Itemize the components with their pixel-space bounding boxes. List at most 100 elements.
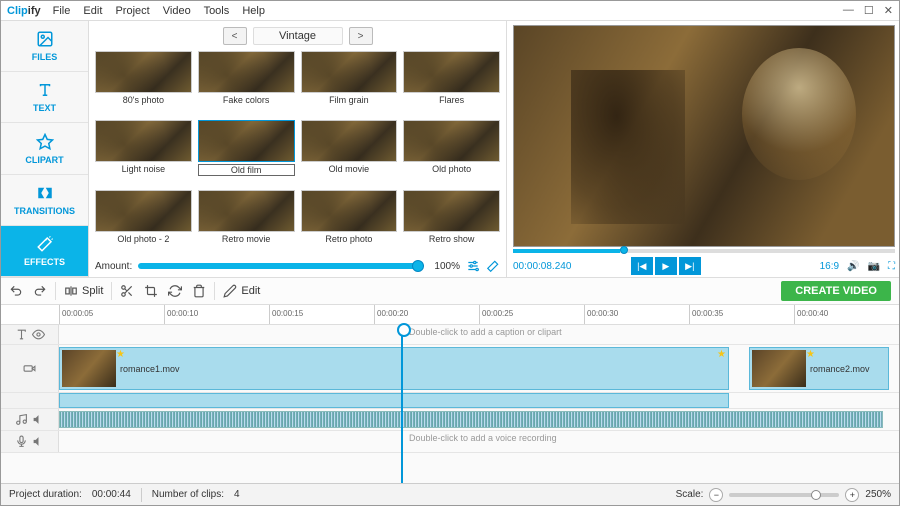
- clip-count-label: Number of clips:: [152, 489, 224, 500]
- camera-icon: [23, 362, 36, 375]
- effect-item-selected[interactable]: Old film: [198, 120, 295, 187]
- create-video-button[interactable]: CREATE VIDEO: [781, 281, 891, 301]
- cut-icon[interactable]: [120, 284, 134, 298]
- menu-tools[interactable]: Tools: [204, 5, 230, 17]
- menu-help[interactable]: Help: [242, 5, 265, 17]
- sidebar: FILES TEXT CLIPART TRANSITIONS EFFECTS: [1, 21, 89, 277]
- edit-label: Edit: [241, 285, 260, 297]
- sliders-icon[interactable]: [466, 259, 480, 273]
- titlebar: Clipify File Edit Project Video Tools He…: [1, 1, 899, 21]
- music-icon: [15, 413, 28, 426]
- play-button[interactable]: ▶: [655, 257, 677, 275]
- trash-icon[interactable]: [192, 284, 206, 298]
- sidebar-item-files[interactable]: FILES: [1, 21, 88, 72]
- effects-gallery: < Vintage > 80's photo Fake colors Film …: [89, 21, 507, 277]
- category-title[interactable]: Vintage: [253, 27, 343, 45]
- category-nav: < Vintage >: [95, 27, 500, 45]
- transition-clip[interactable]: [59, 393, 729, 408]
- sidebar-item-text[interactable]: TEXT: [1, 72, 88, 123]
- mic-icon: [15, 435, 28, 448]
- menu-edit[interactable]: Edit: [83, 5, 102, 17]
- effect-item[interactable]: Retro movie: [198, 190, 295, 255]
- effect-item[interactable]: Retro photo: [301, 190, 398, 255]
- sidebar-item-clipart[interactable]: CLIPART: [1, 123, 88, 174]
- zoom-in-button[interactable]: +: [845, 488, 859, 502]
- wand-icon: [36, 235, 54, 253]
- split-button[interactable]: Split: [64, 284, 103, 298]
- amount-value: 100%: [426, 261, 460, 272]
- transition-track[interactable]: [1, 393, 899, 409]
- sidebar-label: EFFECTS: [24, 257, 65, 267]
- audio-clip[interactable]: [59, 411, 883, 428]
- sidebar-label: FILES: [32, 52, 58, 62]
- prev-category-button[interactable]: <: [223, 27, 247, 45]
- clip-name: romance2.mov: [810, 364, 870, 374]
- effect-item[interactable]: Flares: [403, 51, 500, 116]
- preview-frame[interactable]: [513, 25, 895, 247]
- effect-item[interactable]: Old photo: [403, 120, 500, 187]
- effect-item[interactable]: Film grain: [301, 51, 398, 116]
- effect-item[interactable]: Retro show: [403, 190, 500, 255]
- zoom-slider[interactable]: [729, 493, 839, 497]
- video-clip[interactable]: ★romance2.mov: [749, 347, 889, 390]
- status-bar: Project duration: 00:00:44 Number of cli…: [1, 483, 899, 505]
- time-ruler[interactable]: 00:00:0500:00:10 00:00:1500:00:20 00:00:…: [1, 305, 899, 325]
- maximize-icon[interactable]: ☐: [864, 4, 874, 17]
- eye-icon[interactable]: [32, 328, 45, 341]
- amount-slider[interactable]: [138, 263, 420, 269]
- image-icon: [36, 30, 54, 48]
- timecode: 00:00:08.240: [513, 261, 571, 272]
- aspect-ratio[interactable]: 16:9: [820, 261, 839, 272]
- video-track[interactable]: ★romance1.mov★ 2.0 ★romance2.mov: [1, 345, 899, 393]
- amount-label: Amount:: [95, 261, 132, 272]
- sidebar-item-effects[interactable]: EFFECTS: [1, 226, 88, 277]
- text-track[interactable]: Double-click to add a caption or clipart: [1, 325, 899, 345]
- speaker-icon[interactable]: [32, 413, 45, 426]
- menu-bar: File Edit Project Video Tools Help: [53, 5, 275, 17]
- preview-panel: 00:00:08.240 |◀ ▶ ▶| 16:9 🔊 📷 ⛶: [507, 21, 899, 277]
- sidebar-label: TRANSITIONS: [14, 206, 75, 216]
- minimize-icon[interactable]: —: [843, 4, 854, 17]
- voice-track[interactable]: Double-click to add a voice recording: [1, 431, 899, 453]
- audio-track[interactable]: [1, 409, 899, 431]
- menu-file[interactable]: File: [53, 5, 71, 17]
- speaker-icon[interactable]: [32, 435, 45, 448]
- sidebar-label: TEXT: [33, 103, 56, 113]
- effects-grid: 80's photo Fake colors Film grain Flares…: [95, 51, 500, 255]
- clip-name: romance1.mov: [120, 364, 180, 374]
- scale-label: Scale:: [676, 489, 704, 500]
- effect-item[interactable]: Fake colors: [198, 51, 295, 116]
- effect-item[interactable]: 80's photo: [95, 51, 192, 116]
- fullscreen-icon[interactable]: ⛶: [888, 261, 895, 272]
- effect-item[interactable]: Light noise: [95, 120, 192, 187]
- undo-icon[interactable]: [9, 284, 23, 298]
- text-track-icon: [15, 328, 28, 341]
- preview-controls: 00:00:08.240 |◀ ▶ ▶| 16:9 🔊 📷 ⛶: [513, 255, 895, 277]
- close-icon[interactable]: ✕: [884, 4, 893, 17]
- rotate-icon[interactable]: [168, 284, 182, 298]
- split-label: Split: [82, 285, 103, 297]
- snapshot-icon[interactable]: 📷: [868, 261, 880, 272]
- crop-icon[interactable]: [144, 284, 158, 298]
- menu-video[interactable]: Video: [163, 5, 191, 17]
- effect-item[interactable]: Old movie: [301, 120, 398, 187]
- next-frame-button[interactable]: ▶|: [679, 257, 701, 275]
- next-category-button[interactable]: >: [349, 27, 373, 45]
- video-clip[interactable]: ★romance1.mov★ 2.0: [59, 347, 729, 390]
- project-duration-label: Project duration:: [9, 489, 82, 500]
- volume-icon[interactable]: 🔊: [847, 261, 859, 272]
- transition-icon: [36, 184, 54, 202]
- project-duration: 00:00:44: [92, 489, 131, 500]
- preview-progress[interactable]: [513, 249, 895, 253]
- edit-button[interactable]: Edit: [223, 284, 260, 298]
- zoom-out-button[interactable]: −: [709, 488, 723, 502]
- sidebar-item-transitions[interactable]: TRANSITIONS: [1, 175, 88, 226]
- effect-item[interactable]: Old photo - 2: [95, 190, 192, 255]
- menu-project[interactable]: Project: [115, 5, 149, 17]
- redo-icon[interactable]: [33, 284, 47, 298]
- text-icon: [36, 81, 54, 99]
- prev-frame-button[interactable]: |◀: [631, 257, 653, 275]
- pencil-icon: [223, 284, 237, 298]
- wand-icon[interactable]: [486, 259, 500, 273]
- clip-count: 4: [234, 489, 240, 500]
